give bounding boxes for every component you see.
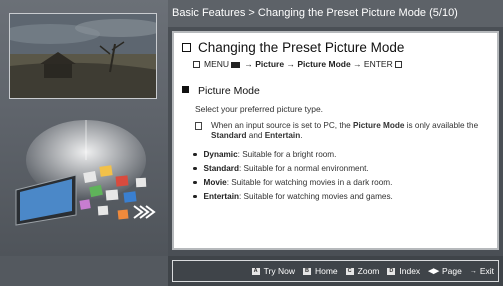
topic-title-text: Changing the Preset Picture Mode	[198, 40, 405, 55]
note-bold-standard: Standard	[211, 131, 247, 140]
filled-square-icon	[182, 86, 189, 93]
mode-term: Entertain	[203, 192, 240, 201]
try-now-button[interactable]: A Try Now	[251, 266, 295, 276]
index-label: Index	[399, 266, 421, 276]
mode-description: : Suitable for watching movies in a dark…	[226, 178, 393, 187]
topic-title: Changing the Preset Picture Mode	[182, 40, 404, 55]
menu-path-picture: Picture	[255, 59, 285, 69]
menu-path-arrow-1: →	[242, 59, 256, 69]
note-text-end: .	[300, 131, 303, 140]
c-key-icon: C	[345, 267, 354, 275]
mode-term: Standard	[203, 164, 240, 173]
checkbox-square-icon	[182, 43, 191, 52]
menu-path-picture-mode: Picture Mode	[297, 59, 351, 69]
note-text: When an input source is set to PC, the P…	[195, 121, 485, 141]
list-item: Dynamic: Suitable for a bright room.	[193, 148, 393, 162]
exit-button[interactable]: → Exit	[470, 266, 494, 276]
index-button[interactable]: D Index	[387, 266, 420, 276]
bullet-icon	[193, 180, 197, 184]
list-item: Entertain: Suitable for watching movies …	[193, 190, 393, 204]
mode-description: : Suitable for watching movies and games…	[239, 192, 393, 201]
section-description: Select your preferred picture type.	[195, 104, 324, 114]
bottom-left-strip	[0, 256, 168, 286]
exit-label: Exit	[479, 266, 494, 276]
mode-list: Dynamic: Suitable for a bright room. Sta…	[193, 148, 393, 204]
note-bold-entertain: Entertain	[264, 131, 301, 140]
note: When an input source is set to PC, the P…	[195, 121, 485, 141]
home-button[interactable]: B Home	[302, 266, 338, 276]
home-label: Home	[314, 266, 338, 276]
left-right-arrows-icon: ◀▶	[428, 267, 439, 275]
zoom-button[interactable]: C Zoom	[345, 266, 380, 276]
exit-arrow-icon: →	[469, 267, 477, 275]
menu-icon	[193, 61, 200, 68]
help-content-box: Changing the Preset Picture Mode MENU → …	[172, 31, 499, 250]
try-now-label: Try Now	[263, 266, 295, 276]
zoom-label: Zoom	[357, 266, 380, 276]
section-title: Picture Mode	[182, 85, 260, 97]
note-text-and: and	[246, 131, 265, 140]
left-illustration-panel	[0, 0, 168, 256]
note-text-middle: is only available the	[404, 121, 479, 130]
bottom-navigation-bar: A Try Now B Home C Zoom D Index ◀▶ Page → Exit	[168, 256, 503, 286]
list-item: Movie: Suitable for watching movies in a…	[193, 176, 393, 190]
menu-path-arrow-2: →	[284, 59, 298, 69]
d-key-icon: D	[387, 267, 396, 275]
note-text-prefix: When an input source is set to PC, the	[211, 121, 353, 130]
page-button[interactable]: ◀▶ Page	[428, 266, 462, 276]
menu-path-arrow-3: → ENTER	[350, 59, 393, 69]
mode-term: Dynamic	[203, 150, 238, 159]
mode-term: Movie	[203, 178, 227, 187]
tv-app-icons-art	[6, 120, 162, 240]
note-bold-picture-mode: Picture Mode	[353, 121, 405, 130]
landscape-photo	[9, 13, 157, 99]
bullet-icon	[193, 166, 197, 170]
menu-path: MENU → Picture → Picture Mode → ENTER	[193, 59, 406, 69]
section-title-text: Picture Mode	[198, 85, 260, 97]
enter-icon	[394, 61, 402, 68]
menu-button-icon	[231, 62, 241, 68]
page-label: Page	[441, 266, 462, 276]
mode-description: : Suitable for a bright room.	[237, 150, 337, 159]
note-icon	[195, 122, 202, 130]
bullet-icon	[193, 152, 197, 156]
a-key-icon: A	[251, 267, 260, 275]
bullet-icon	[193, 194, 197, 198]
menu-path-menu: MENU	[204, 59, 230, 69]
b-key-icon: B	[302, 267, 311, 275]
bottom-navigation-frame: A Try Now B Home C Zoom D Index ◀▶ Page → Exit	[172, 260, 499, 282]
breadcrumb: Basic Features > Changing the Preset Pic…	[168, 0, 503, 27]
mode-description: : Suitable for a normal environment.	[239, 164, 369, 173]
list-item: Standard: Suitable for a normal environm…	[193, 162, 393, 176]
